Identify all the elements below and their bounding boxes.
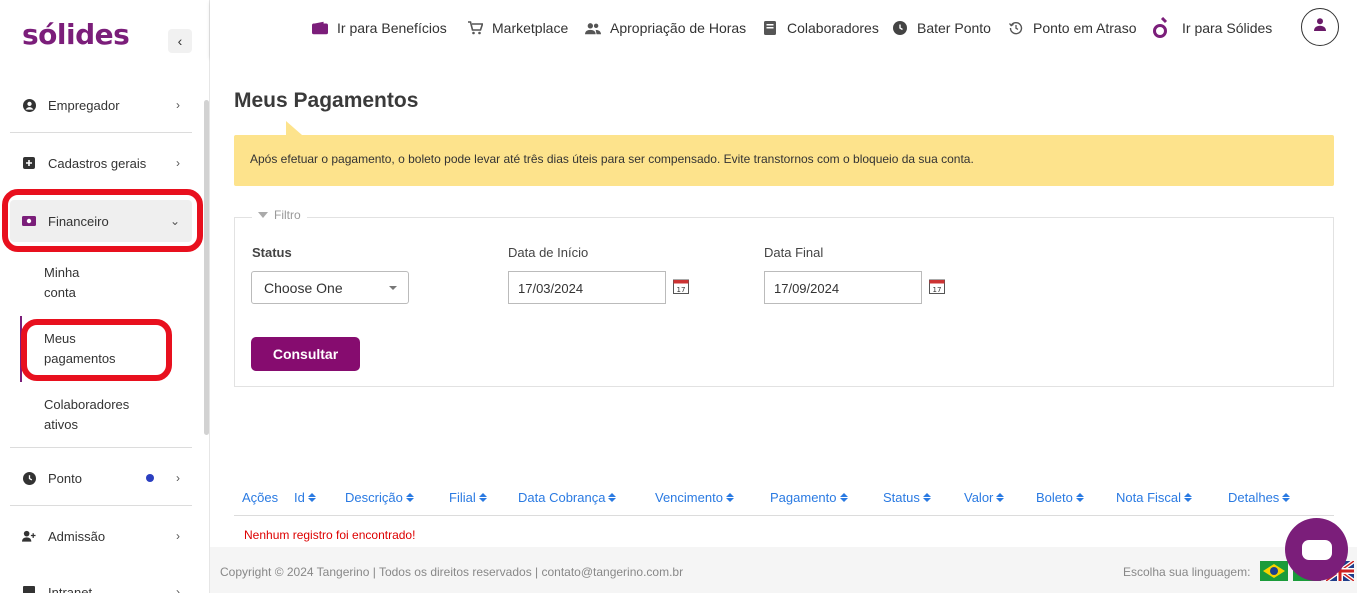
- sort-icon: [405, 493, 414, 502]
- payment-alert: Após efetuar o pagamento, o boleto pode …: [234, 135, 1334, 186]
- footer-copyright: Copyright © 2024 Tangerino | Todos os di…: [220, 565, 684, 579]
- notification-dot: [146, 474, 154, 482]
- people-icon: [585, 20, 601, 36]
- clock-icon: [892, 20, 908, 36]
- sidebar-item-intranet[interactable]: Intranet ›: [10, 571, 192, 593]
- chevron-right-icon: ›: [176, 98, 180, 112]
- column-header-pagamento[interactable]: Pagamento: [770, 490, 848, 505]
- chat-bubble-icon: [1301, 539, 1332, 560]
- caret-down-icon: [389, 286, 397, 290]
- column-header-valor[interactable]: Valor: [964, 490, 1005, 505]
- column-header-vencimento[interactable]: Vencimento: [655, 490, 734, 505]
- sidebar-item-empregador[interactable]: Empregador ›: [10, 84, 192, 126]
- sidebar-subitem-minha-conta[interactable]: Minha conta: [44, 263, 154, 303]
- sort-icon: [922, 493, 931, 502]
- sidebar-item-label: Ponto: [48, 470, 82, 486]
- end-date-input[interactable]: 17/09/2024: [764, 271, 922, 304]
- column-header-data-cobranca[interactable]: Data Cobrança: [518, 490, 617, 505]
- status-select[interactable]: Choose One: [251, 271, 409, 304]
- sort-icon: [307, 493, 316, 502]
- highlight-financeiro: [2, 189, 203, 252]
- sort-icon: [1184, 493, 1193, 502]
- cart-icon: [467, 20, 483, 36]
- calendar-icon[interactable]: 17: [929, 278, 945, 294]
- sidebar-item-label: Empregador: [48, 97, 120, 113]
- sort-icon: [608, 493, 617, 502]
- caret-down-icon: [258, 212, 268, 218]
- top-link-ir-para-solides[interactable]: Ir para Sólides: [1152, 17, 1272, 38]
- chevron-right-icon: ›: [176, 585, 180, 593]
- sort-icon: [839, 493, 848, 502]
- solides-logo[interactable]: sólides: [22, 18, 130, 51]
- solides-icon: [1152, 17, 1168, 38]
- user-plus-icon: [22, 529, 36, 543]
- start-date-label: Data de Início: [508, 245, 589, 260]
- column-header-descricao[interactable]: Descrição: [345, 490, 414, 505]
- svg-text:17: 17: [677, 286, 686, 294]
- divider: [10, 505, 192, 506]
- empty-table-message: Nenhum registro foi encontrado!: [244, 528, 416, 542]
- filter-toggle[interactable]: Filtro: [252, 208, 307, 222]
- column-header-id[interactable]: Id: [294, 490, 316, 505]
- plus-square-icon: [22, 156, 36, 170]
- top-link-beneficios[interactable]: Ir para Benefícios: [312, 18, 447, 38]
- status-label: Status: [252, 245, 292, 260]
- sidebar-item-ponto[interactable]: Ponto ›: [10, 457, 192, 499]
- sidebar-item-admissao[interactable]: Admissão ›: [10, 515, 192, 557]
- column-header-nota-fiscal[interactable]: Nota Fiscal: [1116, 490, 1193, 505]
- column-header-boleto[interactable]: Boleto: [1036, 490, 1084, 505]
- building-icon: [22, 585, 36, 593]
- chat-button[interactable]: [1285, 518, 1348, 581]
- sidebar-subitem-colaboradores-ativos[interactable]: Colaboradores ativos: [44, 395, 154, 435]
- column-header-detalhes[interactable]: Detalhes: [1228, 490, 1291, 505]
- page-title: Meus Pagamentos: [234, 89, 419, 112]
- end-date-label: Data Final: [764, 245, 824, 260]
- chevron-right-icon: ›: [176, 529, 180, 543]
- sidebar-collapse-button[interactable]: ‹: [168, 29, 192, 53]
- start-date-input[interactable]: 17/03/2024: [508, 271, 666, 304]
- svg-text:17: 17: [933, 286, 942, 294]
- user-circle-icon: [22, 98, 36, 112]
- calendar-icon[interactable]: 17: [673, 278, 689, 294]
- divider: [10, 132, 192, 133]
- sort-icon: [1075, 493, 1084, 502]
- highlight-meus-pagamentos: [21, 319, 172, 381]
- top-link-bater-ponto[interactable]: Bater Ponto: [892, 18, 991, 38]
- divider: [10, 447, 192, 448]
- top-link-apropriacao-horas[interactable]: Apropriação de Horas: [585, 18, 746, 38]
- sidebar-item-label: Cadastros gerais: [48, 155, 147, 171]
- sidebar-scrollbar[interactable]: [204, 100, 209, 435]
- column-header-status[interactable]: Status: [883, 490, 931, 505]
- flag-brazil-icon[interactable]: [1260, 561, 1288, 581]
- sidebar-item-label: Admissão: [48, 528, 106, 544]
- table-header-divider: [234, 515, 1334, 516]
- sort-icon: [996, 493, 1005, 502]
- sidebar-item-cadastros-gerais[interactable]: Cadastros gerais ›: [10, 142, 192, 184]
- alert-pointer: [286, 121, 302, 135]
- consultar-button[interactable]: Consultar: [251, 337, 360, 371]
- sort-icon: [1282, 493, 1291, 502]
- sidebar-item-label: Intranet: [48, 584, 93, 593]
- sort-icon: [725, 493, 734, 502]
- top-link-ponto-em-atraso[interactable]: Ponto em Atraso: [1008, 18, 1137, 38]
- language-label: Escolha sua linguagem:: [1123, 565, 1251, 579]
- top-link-marketplace[interactable]: Marketplace: [467, 18, 568, 38]
- chevron-left-icon: ‹: [177, 33, 183, 49]
- sidebar: sólides ‹ Empregador › Cadastros gerais …: [0, 0, 210, 593]
- chevron-right-icon: ›: [176, 471, 180, 485]
- sort-icon: [478, 493, 487, 502]
- wallet-icon: [312, 20, 328, 36]
- user-icon: [1314, 18, 1326, 36]
- user-avatar-button[interactable]: [1301, 8, 1339, 46]
- history-icon: [1008, 20, 1024, 36]
- book-icon: [762, 20, 778, 36]
- column-header-filial[interactable]: Filial: [449, 490, 487, 505]
- column-header-acoes: Ações: [242, 490, 279, 505]
- chevron-right-icon: ›: [176, 156, 180, 170]
- clock-icon: [22, 471, 36, 485]
- top-link-colaboradores[interactable]: Colaboradores: [762, 18, 879, 38]
